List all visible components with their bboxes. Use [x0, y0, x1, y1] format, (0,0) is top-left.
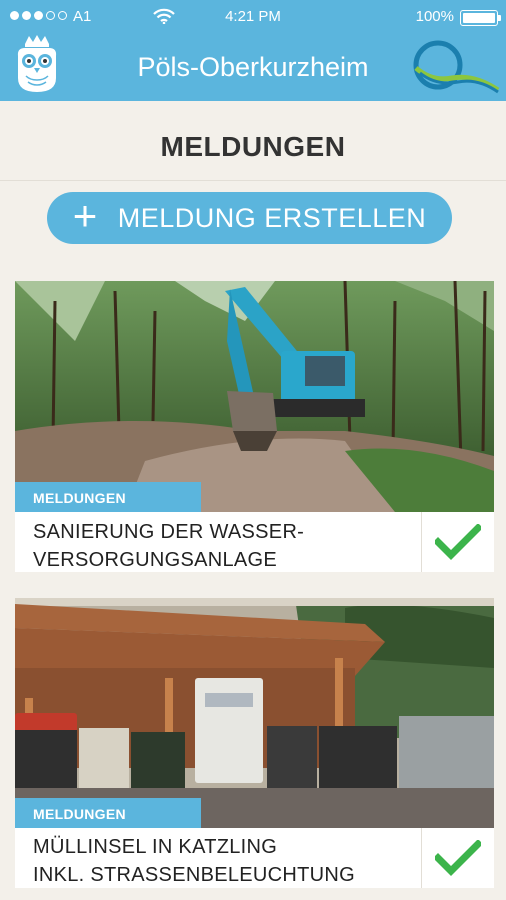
- status-bar: A1 4:21 PM 100%: [0, 0, 506, 34]
- status-indicator: [421, 828, 494, 888]
- create-report-button[interactable]: + MELDUNG ERSTELLEN: [47, 192, 452, 244]
- category-badge: MELDUNGEN: [15, 482, 201, 512]
- battery-percentage: 100%: [415, 8, 454, 25]
- status-indicator: [421, 512, 494, 572]
- waste-island-photo: [15, 598, 494, 828]
- plus-icon: +: [72, 192, 98, 239]
- app-bar: Pöls-Oberkurzheim: [0, 34, 506, 101]
- check-icon: [435, 840, 481, 876]
- report-title: MÜLLINSEL IN KATZLING INKL. STRASSENBELE…: [15, 833, 421, 889]
- community-logo-icon: [413, 40, 500, 94]
- report-title: SANIERUNG DER WASSER- VERSORGUNGSANLAGE: [15, 518, 421, 574]
- battery-icon: [460, 10, 501, 26]
- create-report-label: MELDUNG ERSTELLEN: [117, 202, 427, 233]
- excavator-photo: [15, 281, 494, 512]
- report-title-line: MÜLLINSEL IN KATZLING: [33, 836, 278, 858]
- category-badge: MELDUNGEN: [15, 798, 201, 828]
- check-icon: [435, 524, 481, 560]
- page-title: MELDUNGEN: [0, 101, 506, 181]
- report-title-line: VERSORGUNGSANLAGE: [33, 549, 278, 571]
- report-card[interactable]: MELDUNGEN SANIERUNG DER WASSER- VERSORGU…: [15, 281, 494, 572]
- report-card[interactable]: MELDUNGEN MÜLLINSEL IN KATZLING INKL. ST…: [15, 598, 494, 888]
- report-title-line: INKL. STRASSENBELEUCHTUNG: [33, 864, 356, 886]
- report-title-line: SANIERUNG DER WASSER-: [33, 521, 305, 543]
